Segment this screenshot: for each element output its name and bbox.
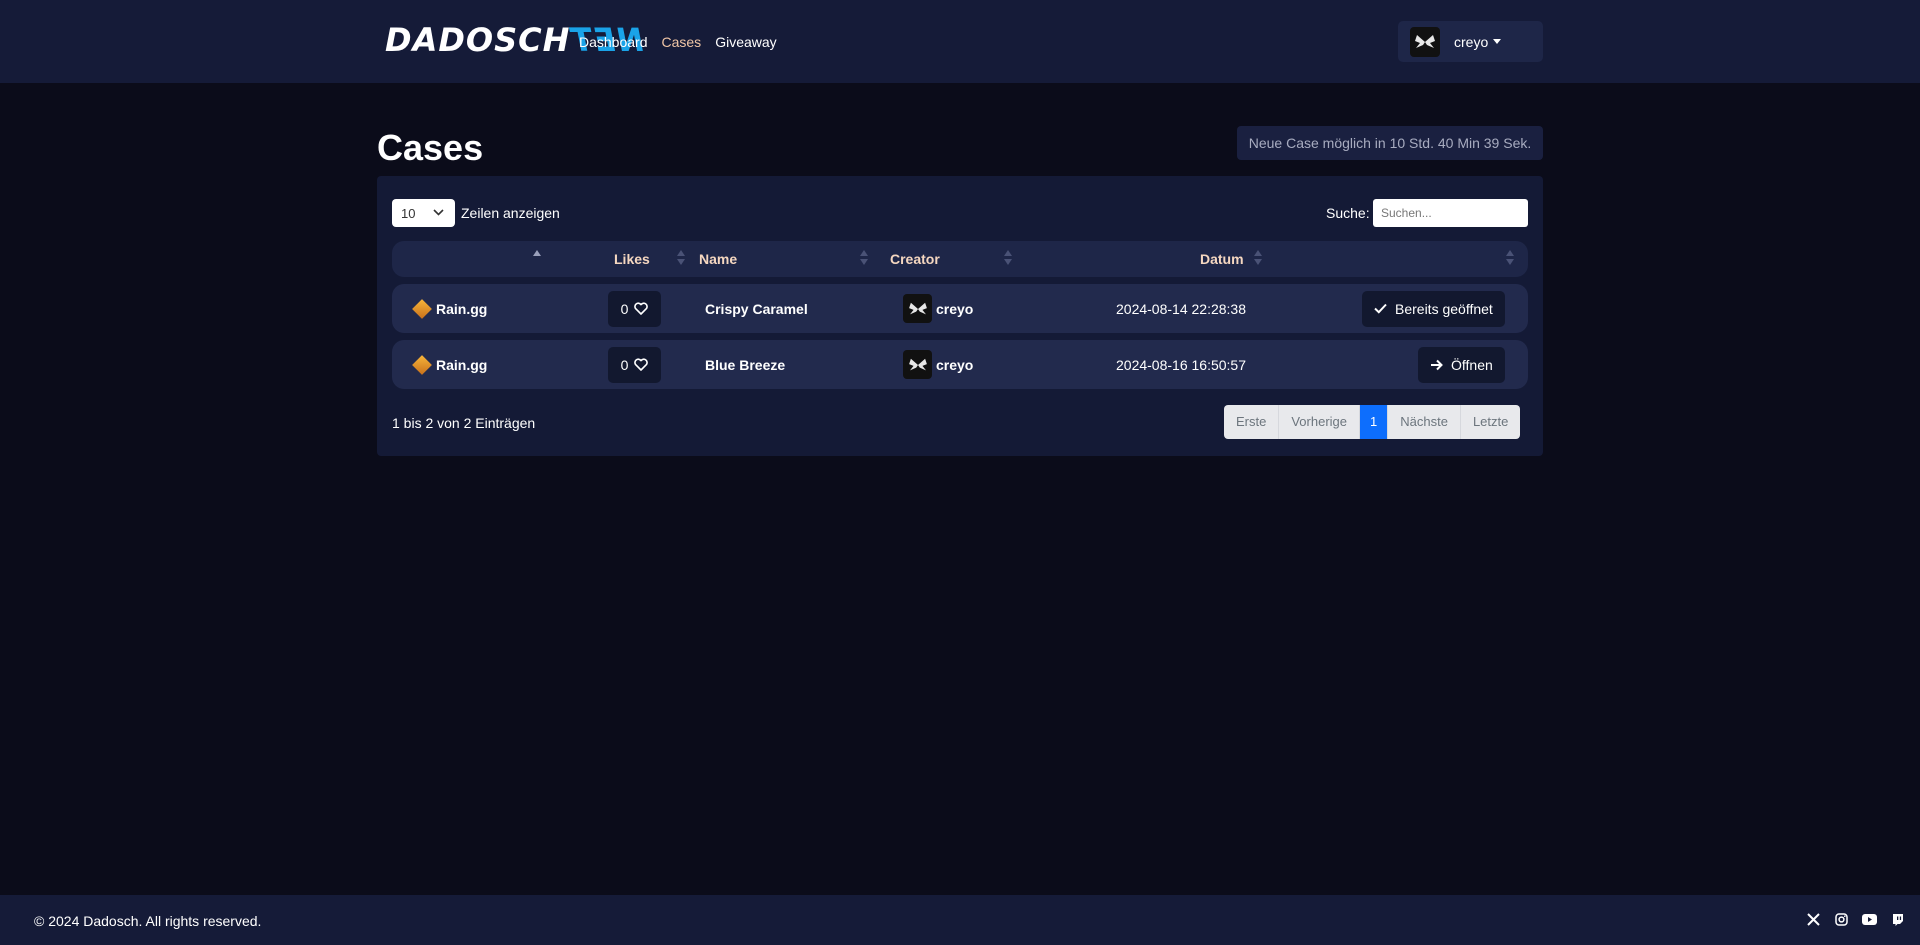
x-icon[interactable] bbox=[1806, 912, 1821, 927]
action-cell: Öffnen bbox=[1418, 340, 1505, 389]
butterfly-avatar-icon bbox=[903, 350, 932, 379]
table-header: Likes Name Creator Datum bbox=[392, 241, 1528, 277]
footer: © 2024 Dadosch. All rights reserved. bbox=[0, 895, 1920, 945]
site-label: Rain.gg bbox=[436, 356, 488, 373]
action-label: Bereits geöffnet bbox=[1395, 300, 1493, 317]
column-header-likes[interactable]: Likes bbox=[542, 241, 692, 277]
pagination-previous[interactable]: Vorherige bbox=[1279, 405, 1360, 439]
chevron-down-icon bbox=[433, 205, 444, 222]
table-info: 1 bis 2 von 2 Einträgen bbox=[392, 415, 536, 431]
table-row: Rain.gg 0 Crispy Caramel creyo 2024-08-1… bbox=[392, 284, 1528, 333]
like-button[interactable]: 0 bbox=[608, 290, 661, 327]
creator-cell: creyo bbox=[903, 340, 973, 389]
pagination-first[interactable]: Erste bbox=[1224, 405, 1280, 439]
search-input[interactable] bbox=[1373, 199, 1528, 227]
site-cell: Rain.gg bbox=[412, 340, 487, 389]
sort-icon bbox=[1254, 250, 1262, 268]
date-cell: 2024-08-16 16:50:57 bbox=[1116, 356, 1246, 373]
case-name: Blue Breeze bbox=[705, 356, 786, 373]
pagination: Erste Vorherige 1 Nächste Letzte bbox=[1224, 405, 1521, 439]
page-title: Cases bbox=[377, 127, 484, 168]
likes-cell: 0 bbox=[608, 340, 661, 389]
check-icon bbox=[1374, 303, 1387, 314]
sort-icon bbox=[1004, 250, 1012, 268]
column-header-action[interactable] bbox=[1272, 241, 1528, 277]
column-header-name[interactable]: Name bbox=[692, 241, 882, 277]
pagination-next[interactable]: Nächste bbox=[1388, 405, 1461, 439]
heart-icon bbox=[634, 302, 649, 315]
site-label: Rain.gg bbox=[436, 300, 488, 317]
case-name: Crispy Caramel bbox=[705, 300, 808, 317]
site-cell: Rain.gg bbox=[412, 284, 487, 333]
social-links bbox=[1806, 912, 1905, 927]
arrow-right-icon bbox=[1431, 359, 1443, 370]
sort-icon bbox=[860, 250, 868, 268]
column-header-name-label: Name bbox=[699, 251, 738, 267]
already-opened-button[interactable]: Bereits geöffnet bbox=[1362, 290, 1505, 327]
like-button[interactable]: 0 bbox=[608, 346, 661, 383]
open-case-button[interactable]: Öffnen bbox=[1418, 346, 1505, 383]
creator-cell: creyo bbox=[903, 284, 973, 333]
butterfly-avatar-icon bbox=[1410, 26, 1440, 57]
column-header-date-label: Datum bbox=[1200, 251, 1244, 267]
like-count: 0 bbox=[620, 356, 629, 373]
user-menu-dropdown[interactable]: creyo bbox=[1398, 21, 1543, 62]
instagram-icon[interactable] bbox=[1834, 912, 1849, 927]
page-length-value: 10 bbox=[401, 205, 416, 221]
sort-icon bbox=[1506, 250, 1514, 268]
copyright-text: © 2024 Dadosch. All rights reserved. bbox=[34, 913, 262, 929]
table-row: Rain.gg 0 Blue Breeze creyo 2024-08-16 1… bbox=[392, 340, 1528, 389]
user-name: creyo bbox=[1454, 33, 1489, 50]
rain-gg-logo-icon bbox=[412, 298, 432, 319]
action-cell: Bereits geöffnet bbox=[1362, 284, 1505, 333]
pagination-last[interactable]: Letzte bbox=[1460, 405, 1521, 439]
butterfly-avatar-icon bbox=[903, 294, 932, 323]
pagination-page-1[interactable]: 1 bbox=[1360, 405, 1389, 439]
column-header-likes-label: Likes bbox=[614, 251, 650, 267]
like-count: 0 bbox=[620, 300, 629, 317]
youtube-icon[interactable] bbox=[1862, 912, 1877, 927]
caret-down-icon bbox=[1493, 39, 1502, 44]
column-header-creator-label: Creator bbox=[890, 251, 940, 267]
top-navbar: DADOSCHNET Dashboard Cases Giveaway crey… bbox=[0, 0, 1920, 83]
date-cell: 2024-08-14 22:28:38 bbox=[1116, 300, 1246, 317]
page-length-select[interactable]: 10 bbox=[392, 199, 455, 227]
cooldown-notice: Neue Case möglich in 10 Std. 40 Min 39 S… bbox=[1237, 126, 1543, 160]
sort-icon bbox=[677, 250, 685, 268]
creator-name: creyo bbox=[936, 300, 974, 317]
column-header-creator[interactable]: Creator bbox=[882, 241, 1022, 277]
twitch-icon[interactable] bbox=[1890, 912, 1905, 927]
sort-asc-icon bbox=[533, 250, 541, 268]
creator-name: creyo bbox=[936, 356, 974, 373]
column-header-site[interactable] bbox=[392, 241, 542, 277]
nav-link-giveaway[interactable]: Giveaway bbox=[715, 31, 776, 53]
action-label: Öffnen bbox=[1451, 356, 1493, 373]
cases-table-card: 10 Zeilen anzeigen Suche: Likes Name Cre… bbox=[377, 176, 1543, 456]
nav-link-cases[interactable]: Cases bbox=[662, 31, 702, 53]
rain-gg-logo-icon bbox=[412, 354, 432, 375]
search-label: Suche: bbox=[1326, 205, 1370, 221]
page-length-label: Zeilen anzeigen bbox=[461, 205, 560, 221]
likes-cell: 0 bbox=[608, 284, 661, 333]
nav-link-dashboard[interactable]: Dashboard bbox=[579, 31, 648, 53]
nav-links: Dashboard Cases Giveaway bbox=[579, 31, 777, 53]
brand-logo-text: DADOSCH bbox=[385, 21, 571, 59]
heart-icon bbox=[634, 358, 649, 371]
column-header-date[interactable]: Datum bbox=[1022, 241, 1272, 277]
